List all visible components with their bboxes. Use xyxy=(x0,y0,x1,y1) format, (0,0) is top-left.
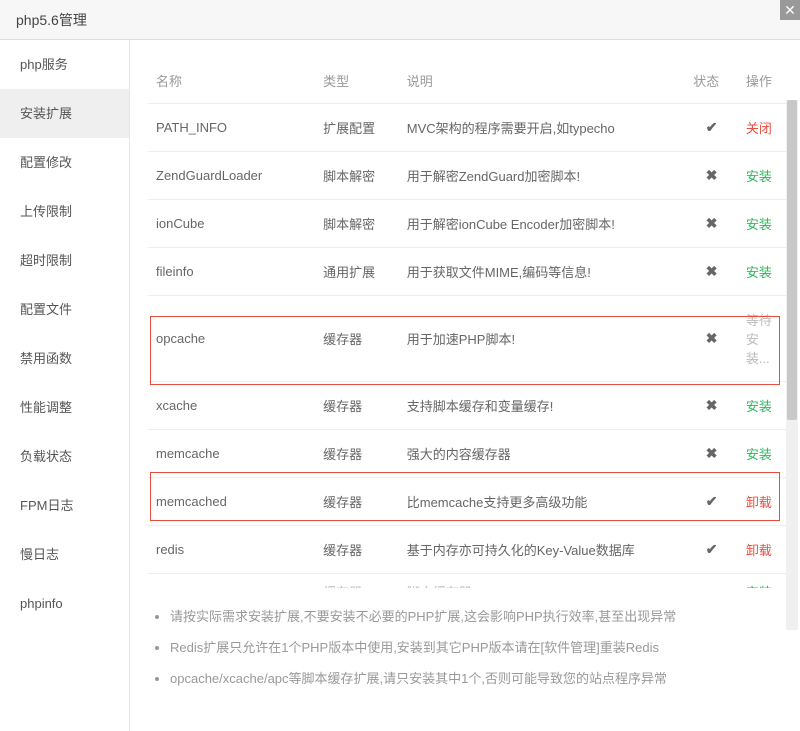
cell-name: apcu xyxy=(148,574,315,589)
cell-type: 通用扩展 xyxy=(315,248,399,296)
cell-action[interactable]: 等待安装... xyxy=(738,296,788,382)
cell-type: 扩展配置 xyxy=(315,104,399,152)
header-status: 状态 xyxy=(685,58,738,104)
sidebar-item-config-file[interactable]: 配置文件 xyxy=(0,285,129,334)
cell-status: ✔ xyxy=(685,104,738,152)
cell-desc: 强大的内容缓存器 xyxy=(399,430,686,478)
notes-list: 请按实际需求安装扩展,不要安装不必要的PHP扩展,这会影响PHP执行效率,甚至出… xyxy=(148,608,788,689)
sidebar-item-install-extensions[interactable]: 安装扩展 xyxy=(0,89,129,138)
extensions-table: 名称 类型 说明 状态 操作 PATH_INFO扩展配置MVC架构的程序需要开启… xyxy=(148,58,788,588)
table-row: ionCube脚本解密用于解密ionCube Encoder加密脚本! ✖ 安装 xyxy=(148,200,788,248)
sidebar-item-timeout-limit[interactable]: 超时限制 xyxy=(0,236,129,285)
cell-action[interactable]: 安装 xyxy=(738,430,788,478)
sidebar-item-upload-limit[interactable]: 上传限制 xyxy=(0,187,129,236)
header-name: 名称 xyxy=(148,58,315,104)
sidebar-item-disabled-functions[interactable]: 禁用函数 xyxy=(0,334,129,383)
table-row: PATH_INFO扩展配置MVC架构的程序需要开启,如typecho ✔ 关闭 xyxy=(148,104,788,152)
cell-status xyxy=(685,574,738,589)
cell-status: ✖ xyxy=(685,296,738,382)
scrollbar-thumb[interactable] xyxy=(787,100,797,420)
cell-name: PATH_INFO xyxy=(148,104,315,152)
cell-action[interactable]: 安装 xyxy=(738,382,788,430)
cell-desc: 比memcache支持更多高级功能 xyxy=(399,478,686,526)
cell-action[interactable]: 关闭 xyxy=(738,104,788,152)
main-panel: 名称 类型 说明 状态 操作 PATH_INFO扩展配置MVC架构的程序需要开启… xyxy=(130,40,800,731)
x-icon: ✖ xyxy=(693,330,730,347)
cell-desc: 用于解密ZendGuard加密脚本! xyxy=(399,152,686,200)
cell-desc: 支持脚本缓存和变量缓存! xyxy=(399,382,686,430)
check-icon: ✔ xyxy=(693,541,730,558)
cell-type: 脚本解密 xyxy=(315,152,399,200)
table-row: redis缓存器基于内存亦可持久化的Key-Value数据库 ✔ 卸载 xyxy=(148,526,788,574)
cell-type: 缓存器 xyxy=(315,430,399,478)
cell-action[interactable]: 安装 xyxy=(738,152,788,200)
sidebar-item-config-edit[interactable]: 配置修改 xyxy=(0,138,129,187)
cell-name: ZendGuardLoader xyxy=(148,152,315,200)
cell-type: 缓存器 xyxy=(315,382,399,430)
scrollbar-vertical[interactable] xyxy=(786,100,798,630)
x-icon: ✖ xyxy=(693,445,730,462)
header-desc: 说明 xyxy=(399,58,686,104)
cell-type: 缓存器 xyxy=(315,478,399,526)
cell-action[interactable]: 安装 xyxy=(738,200,788,248)
x-icon: ✖ xyxy=(693,397,730,414)
cell-status: ✖ xyxy=(685,248,738,296)
cell-status: ✖ xyxy=(685,152,738,200)
cell-name: redis xyxy=(148,526,315,574)
cell-desc: 用于获取文件MIME,编码等信息! xyxy=(399,248,686,296)
cell-status: ✖ xyxy=(685,200,738,248)
note-item: Redis扩展只允许在1个PHP版本中使用,安装到其它PHP版本请在[软件管理]… xyxy=(170,639,788,657)
sidebar-item-fpm-log[interactable]: FPM日志 xyxy=(0,481,129,530)
x-icon: ✖ xyxy=(693,167,730,184)
header-action: 操作 xyxy=(738,58,788,104)
table-row-partial: apcu缓存器脚本缓存器 安装 xyxy=(148,574,788,589)
sidebar: php服务 安装扩展 配置修改 上传限制 超时限制 配置文件 禁用函数 性能调整… xyxy=(0,40,130,731)
cell-status: ✖ xyxy=(685,382,738,430)
sidebar-item-slow-log[interactable]: 慢日志 xyxy=(0,530,129,579)
cell-status: ✔ xyxy=(685,526,738,574)
cell-name: opcache xyxy=(148,296,315,382)
note-item: opcache/xcache/apc等脚本缓存扩展,请只安装其中1个,否则可能导… xyxy=(170,670,788,688)
check-icon: ✔ xyxy=(693,493,730,510)
cell-type: 缓存器 xyxy=(315,526,399,574)
cell-type: 缓存器 xyxy=(315,574,399,589)
header-type: 类型 xyxy=(315,58,399,104)
cell-desc: MVC架构的程序需要开启,如typecho xyxy=(399,104,686,152)
table-row: memcache缓存器强大的内容缓存器 ✖ 安装 xyxy=(148,430,788,478)
window-titlebar: php5.6管理 ✕ xyxy=(0,0,800,40)
cell-type: 缓存器 xyxy=(315,296,399,382)
cell-name: fileinfo xyxy=(148,248,315,296)
table-row: opcache缓存器用于加速PHP脚本! ✖ 等待安装... xyxy=(148,296,788,382)
cell-status: ✖ xyxy=(685,430,738,478)
cell-name: xcache xyxy=(148,382,315,430)
cell-desc: 基于内存亦可持久化的Key-Value数据库 xyxy=(399,526,686,574)
x-icon: ✖ xyxy=(693,215,730,232)
cell-action[interactable]: 安装 xyxy=(738,574,788,589)
cell-type: 脚本解密 xyxy=(315,200,399,248)
note-item: 请按实际需求安装扩展,不要安装不必要的PHP扩展,这会影响PHP执行效率,甚至出… xyxy=(170,608,788,626)
sidebar-item-load-status[interactable]: 负载状态 xyxy=(0,432,129,481)
cell-status: ✔ xyxy=(685,478,738,526)
table-row: memcached缓存器比memcache支持更多高级功能 ✔ 卸载 xyxy=(148,478,788,526)
close-button[interactable]: ✕ xyxy=(780,0,800,20)
cell-action[interactable]: 安装 xyxy=(738,248,788,296)
window-title: php5.6管理 xyxy=(16,12,87,28)
cell-action[interactable]: 卸载 xyxy=(738,526,788,574)
table-row: xcache缓存器支持脚本缓存和变量缓存! ✖ 安装 xyxy=(148,382,788,430)
cell-name: memcached xyxy=(148,478,315,526)
cell-desc: 用于解密ionCube Encoder加密脚本! xyxy=(399,200,686,248)
cell-name: memcache xyxy=(148,430,315,478)
sidebar-item-phpinfo[interactable]: phpinfo xyxy=(0,579,129,628)
cell-action[interactable]: 卸载 xyxy=(738,478,788,526)
cell-desc: 脚本缓存器 xyxy=(399,574,686,589)
cell-desc: 用于加速PHP脚本! xyxy=(399,296,686,382)
check-icon: ✔ xyxy=(693,119,730,136)
sidebar-item-performance-tuning[interactable]: 性能调整 xyxy=(0,383,129,432)
cell-name: ionCube xyxy=(148,200,315,248)
table-row: ZendGuardLoader脚本解密用于解密ZendGuard加密脚本! ✖ 安装 xyxy=(148,152,788,200)
table-row: fileinfo通用扩展用于获取文件MIME,编码等信息! ✖ 安装 xyxy=(148,248,788,296)
sidebar-item-php-service[interactable]: php服务 xyxy=(0,40,129,89)
x-icon: ✖ xyxy=(693,263,730,280)
